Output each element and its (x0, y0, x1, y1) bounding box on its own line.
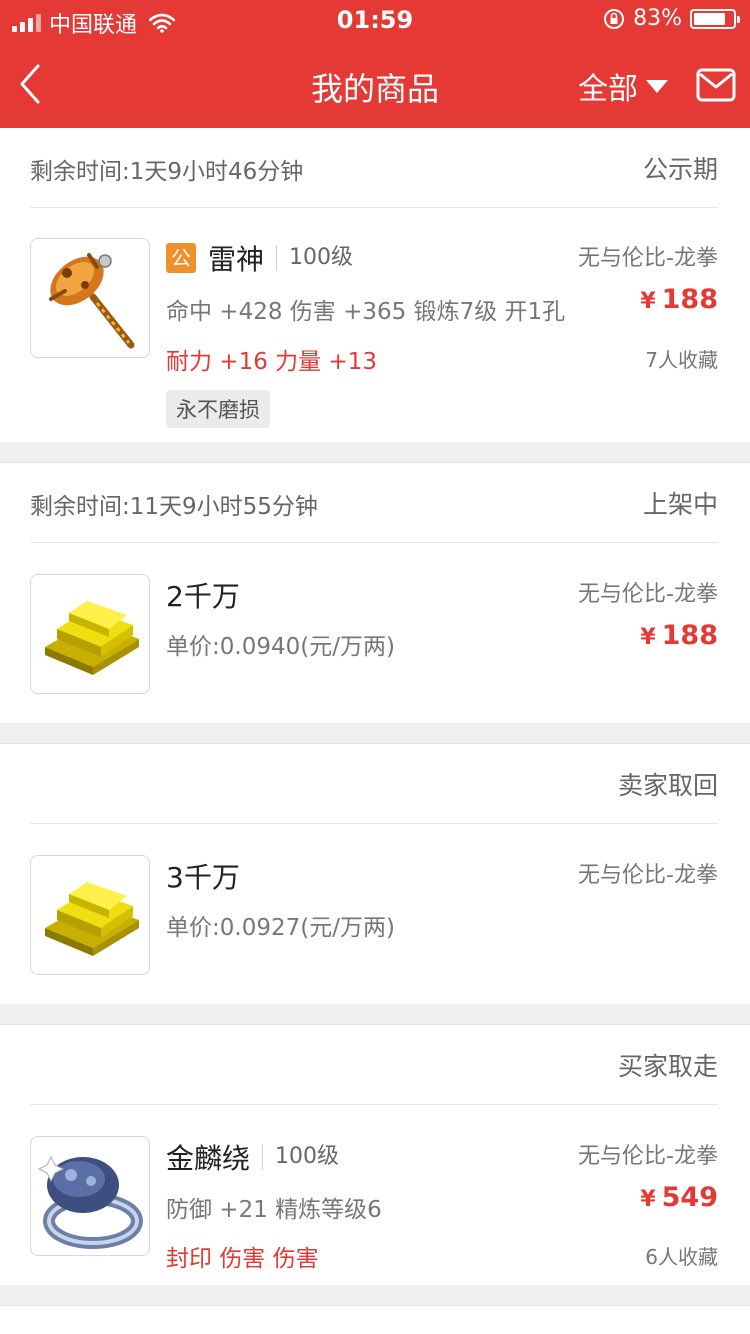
item-thumbnail (30, 574, 150, 694)
filter-dropdown[interactable]: 全部 (578, 64, 668, 108)
product-card[interactable] (0, 1305, 750, 1334)
nav-bar: 我的商品 全部 (0, 40, 750, 128)
item-thumbnail (30, 238, 150, 358)
item-name-row: 2千万 (166, 575, 240, 615)
item-name-row: 公 雷神 100级 (166, 238, 353, 278)
item-name: 3千万 (166, 861, 240, 894)
battery-icon (690, 8, 740, 29)
card-header: 剩余时间:11天9小时55分钟 上架中 (30, 463, 718, 543)
item-price: ¥188 (640, 284, 718, 315)
unit-price: 单价:0.0927(元/万两) (166, 915, 395, 941)
favorite-count: 7人收藏 (645, 348, 718, 372)
server-name: 无与伦比-龙拳 (578, 1144, 718, 1169)
card-header: 剩余时间:1天9小时46分钟 公示期 (30, 128, 718, 208)
item-bonus-attributes: 封印 伤害 伤害 (166, 1246, 319, 1272)
server-name: 无与伦比-龙拳 (578, 582, 718, 607)
card-header: 买家取走 (30, 1025, 718, 1105)
status-bar: 中国联通 01:59 83% (0, 0, 750, 40)
server-name: 无与伦比-龙拳 (578, 246, 718, 271)
item-thumbnail (30, 855, 150, 975)
rotation-lock-icon (604, 8, 625, 29)
currency-symbol: ¥ (640, 289, 656, 314)
item-bonus-attributes: 耐力 +16 力量 +13 (166, 349, 378, 375)
status-label: 卖家取回 (617, 771, 718, 800)
item-name: 雷神 (208, 243, 265, 276)
item-name: 2千万 (166, 580, 240, 613)
status-label: 上架中 (642, 490, 718, 519)
product-card[interactable]: 剩余时间:11天9小时55分钟 上架中 2千万 单价:0.0940(元/万两) … (0, 462, 750, 723)
mail-icon[interactable] (696, 68, 736, 102)
item-name: 金麟绕 (166, 1142, 251, 1175)
price-value: 549 (661, 1182, 718, 1213)
top-bar: 中国联通 01:59 83% 我的商品 全部 (0, 0, 750, 128)
product-card[interactable]: 卖家取回 3千万 单价:0.0927(元/万两) 无与伦比-龙拳 (0, 743, 750, 1004)
item-attributes: 防御 +21 精炼等级6 (166, 1197, 382, 1223)
currency-symbol: ¥ (640, 1187, 656, 1212)
item-level: 100级 (262, 1144, 339, 1170)
status-label: 公示期 (642, 155, 718, 184)
item-level: 100级 (276, 245, 353, 271)
price-value: 188 (661, 620, 718, 651)
gold-bars-icon (45, 882, 139, 956)
remaining-time: 剩余时间:11天9小时55分钟 (30, 494, 318, 520)
favorite-count: 6人收藏 (645, 1245, 718, 1269)
price-value: 188 (661, 284, 718, 315)
item-thumbnail (30, 1136, 150, 1256)
battery-percent: 83% (633, 6, 682, 31)
currency-symbol: ¥ (640, 625, 656, 650)
card-header: 卖家取回 (30, 744, 718, 824)
publicity-badge: 公 (166, 243, 196, 273)
item-name-row: 3千万 (166, 856, 240, 896)
unit-price: 单价:0.0940(元/万两) (166, 634, 395, 660)
gold-bars-icon (45, 601, 139, 675)
item-price: ¥549 (640, 1182, 718, 1213)
hammer-icon (49, 253, 135, 349)
item-attributes: 命中 +428 伤害 +365 锻炼7级 开1孔 (166, 299, 566, 325)
server-name: 无与伦比-龙拳 (578, 863, 718, 888)
remaining-time: 剩余时间:1天9小时46分钟 (30, 159, 304, 185)
product-card[interactable]: 剩余时间:1天9小时46分钟 公示期 公 雷神 100级 命中 +428 伤害 … (0, 128, 750, 442)
status-label: 买家取走 (617, 1052, 718, 1081)
item-price: ¥188 (640, 620, 718, 651)
ring-icon (37, 1155, 143, 1249)
item-name-row: 金麟绕 100级 (166, 1137, 339, 1177)
caret-down-icon (646, 79, 668, 93)
product-card[interactable]: 买家取走 金麟绕 100级 防御 +21 精炼等级6 封印 伤害 伤害 无与伦比… (0, 1024, 750, 1285)
filter-label: 全部 (578, 72, 638, 107)
item-tag: 永不磨损 (166, 390, 270, 428)
